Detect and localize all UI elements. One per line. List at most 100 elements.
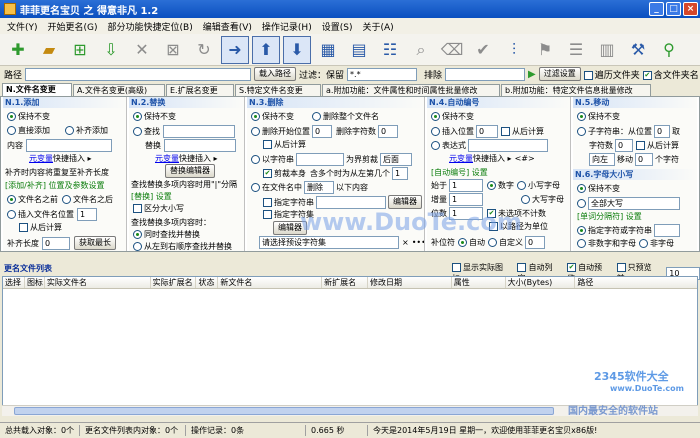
flag-icon[interactable]: ⚑ (531, 36, 559, 64)
numeric-radio[interactable]: 数字 (487, 180, 514, 191)
spec-string-input[interactable] (316, 195, 386, 209)
col-path[interactable]: 路径 (575, 277, 697, 288)
search-icon[interactable]: ⌕ (407, 36, 435, 64)
bound-side-select[interactable]: 后面 (380, 153, 412, 166)
tab-attributes[interactable]: a.附加功能：文件属性和时间属性批量修改 (322, 84, 500, 96)
confirm-icon[interactable]: ✔ (469, 36, 497, 64)
case-checkbox[interactable] (133, 204, 142, 213)
insert-pos-radio[interactable] (431, 127, 440, 136)
replace-quick-insert-button[interactable]: 快捷插入 ▸ (179, 153, 218, 164)
tab-filename-advanced[interactable]: A.文件名变更(高级) (73, 84, 165, 96)
substring-radio[interactable] (577, 127, 586, 136)
sep-string-radio[interactable]: 指定字符或字符串 (577, 225, 652, 236)
delete-start-radio[interactable] (251, 127, 260, 136)
more-options-icon[interactable]: ••• (412, 238, 424, 247)
replace-input[interactable] (164, 139, 236, 152)
auto-pad-radio[interactable]: 自动 (458, 237, 485, 248)
tab-specific[interactable]: S.特定文件名变更 (235, 84, 321, 96)
custom-pad-input[interactable]: 0 (525, 236, 545, 249)
pad-length-input[interactable]: 0 (42, 236, 70, 250)
pos-after-radio[interactable]: 文件名之后 (62, 194, 113, 205)
menu-file[interactable]: 文件(Y) (2, 20, 43, 33)
cut-self-checkbox[interactable]: ✔ (263, 169, 272, 178)
direction-select[interactable]: 向左 (589, 153, 615, 166)
var-link[interactable]: 元变量 (29, 153, 53, 164)
replace-keep-radio[interactable]: 保持不变 (133, 111, 176, 122)
path-input[interactable] (25, 67, 252, 81)
menu-settings[interactable]: 设置(S) (317, 20, 358, 33)
sep-nonalpha-radio[interactable]: 非字母 (639, 238, 674, 249)
close-button[interactable]: × (683, 2, 698, 16)
maximize-button[interactable]: □ (666, 2, 681, 16)
col-attr[interactable]: 属性 (452, 277, 506, 288)
step-input[interactable]: 1 (449, 193, 483, 206)
insert-pos-input[interactable]: 0 (476, 125, 498, 138)
start-input[interactable]: 1 (449, 179, 483, 192)
add-file-icon[interactable]: ✚ (4, 36, 32, 64)
menu-history[interactable]: 操作记录(H) (257, 20, 317, 33)
move-up-icon[interactable]: ⬆ (252, 35, 280, 64)
replace-editor-button[interactable]: 替换编辑器 (165, 164, 215, 178)
col-modified[interactable]: 修改日期 (368, 277, 452, 288)
move-from-right-checkbox[interactable] (636, 141, 645, 150)
clear-icon[interactable]: ⊠ (159, 36, 187, 64)
delete-keep-radio[interactable]: 保持不变 (251, 111, 294, 122)
num-var-link[interactable]: 元变量 (449, 153, 473, 164)
menu-rename[interactable]: 开始更名(G) (43, 20, 103, 33)
scroll-thumb[interactable] (14, 407, 554, 415)
pos-insert-radio[interactable] (7, 210, 16, 219)
substring-pos-input[interactable]: 0 (654, 125, 670, 138)
num-keep-radio[interactable]: 保持不变 (431, 111, 474, 122)
exclude-input[interactable] (445, 67, 526, 81)
menu-quick-locate[interactable]: 部分功能快捷定位(B) (103, 20, 198, 33)
spec-string-checkbox[interactable] (263, 197, 272, 207)
import-icon[interactable]: ⇩ (97, 36, 125, 64)
delete-start-input[interactable]: 0 (312, 125, 332, 138)
filter-settings-button[interactable]: 过滤设置 (538, 67, 581, 81)
col-size[interactable]: 大小(Bytes) (506, 277, 576, 288)
menu-about[interactable]: 关于(A) (357, 20, 398, 33)
col-icon[interactable]: 图标 (25, 277, 45, 288)
delete-from-right-checkbox[interactable] (263, 140, 272, 149)
from-right-checkbox[interactable] (19, 223, 28, 232)
move-count-input[interactable]: 0 (635, 153, 653, 166)
columns-icon[interactable]: ▦ (314, 36, 342, 64)
case-keep-radio[interactable]: 保持不变 (577, 183, 620, 194)
string-editor-button[interactable]: 编辑器 (388, 195, 422, 209)
add-pad-radio[interactable]: 补齐添加 (65, 125, 108, 136)
traverse-folder-checkbox[interactable]: 遍历文件夹 (583, 68, 640, 81)
case-mode-radio[interactable] (577, 199, 586, 208)
delete-count-input[interactable]: 0 (378, 125, 398, 138)
pos-before-radio[interactable]: 文件名之前 (7, 194, 58, 205)
preset-charset-select[interactable]: 请选择预设字符集 (259, 236, 399, 249)
expression-input[interactable] (468, 139, 548, 152)
delete-icon[interactable]: ✕ (128, 36, 156, 64)
add-files-icon[interactable]: ⊞ (66, 36, 94, 64)
col-actual-ext[interactable]: 实际扩展名 (151, 277, 197, 288)
form-icon[interactable]: ☷ (376, 36, 404, 64)
include-folder-checkbox[interactable]: ✔ 含文件夹名 (642, 68, 699, 81)
in-filename-radio[interactable] (251, 183, 260, 192)
bound-string-input[interactable] (296, 153, 344, 166)
add-keep-radio[interactable]: 保持不变 (7, 111, 50, 122)
minimize-button[interactable]: _ (649, 2, 664, 16)
occurrence-input[interactable]: 1 (392, 167, 408, 180)
equalizer-icon[interactable]: ⫶ (500, 36, 528, 64)
add-folder-icon[interactable]: ▰ (35, 36, 63, 64)
load-path-button[interactable]: 载入路径 (254, 67, 297, 81)
chars-input[interactable]: 0 (615, 139, 633, 152)
sep-nonalnum-radio[interactable]: 非数字和字母 (577, 238, 636, 249)
add-direct-radio[interactable]: 直接添加 (7, 125, 50, 136)
find-input[interactable] (163, 125, 235, 138)
spec-charset-checkbox[interactable] (263, 210, 272, 219)
col-status[interactable]: 状态 (196, 277, 219, 288)
delete-all-radio[interactable]: 删除整个文件名 (312, 111, 379, 122)
play-icon[interactable]: ▶ (528, 69, 536, 80)
col-new-name[interactable]: 新文件名 (218, 277, 323, 288)
find-radio[interactable] (133, 127, 142, 136)
tab-filename[interactable]: N.文件名变更 (2, 83, 72, 96)
col-select[interactable]: 选择 (3, 277, 25, 288)
grid-icon[interactable]: ▤ (345, 36, 373, 64)
num-quick-insert-button[interactable]: 快捷插入 ▸ (473, 153, 512, 164)
uppercase-radio[interactable]: 大写字母 (521, 194, 564, 205)
